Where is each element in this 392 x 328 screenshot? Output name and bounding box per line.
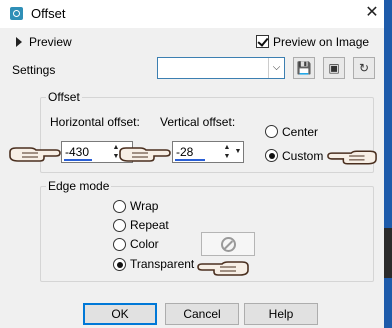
- color-radio[interactable]: [113, 238, 126, 251]
- color-radio-label[interactable]: Color: [130, 237, 159, 251]
- vertical-offset-value[interactable]: -28: [176, 145, 193, 159]
- background-window-strip: [384, 0, 392, 328]
- custom-radio[interactable]: [265, 149, 278, 162]
- center-radio-label[interactable]: Center: [282, 125, 318, 139]
- repeat-radio-label[interactable]: Repeat: [130, 218, 169, 232]
- edge-mode-group-title: Edge mode: [46, 179, 112, 193]
- close-icon[interactable]: ✕: [360, 3, 384, 23]
- vertical-offset-spinner[interactable]: -28 ▲ ▼ ▼: [172, 141, 244, 163]
- center-radio[interactable]: [265, 125, 278, 138]
- caret-underline: [64, 159, 92, 161]
- wrap-radio-label[interactable]: Wrap: [130, 199, 158, 213]
- color-swatch[interactable]: [201, 232, 255, 256]
- caret-underline: [175, 159, 205, 161]
- transparent-radio-label[interactable]: Transparent: [130, 257, 194, 271]
- preview-on-image-label[interactable]: Preview on Image: [273, 35, 369, 49]
- save-preset-icon: 💾: [296, 61, 312, 75]
- horizontal-offset-value[interactable]: -430: [65, 145, 89, 159]
- preview-toggle[interactable]: Preview: [29, 35, 72, 49]
- chevron-down-icon[interactable]: ⌵: [268, 58, 284, 78]
- settings-label: Settings: [12, 63, 56, 77]
- help-button[interactable]: Help: [244, 303, 318, 325]
- custom-radio-label[interactable]: Custom: [282, 149, 323, 163]
- pointing-hand-icon: [196, 258, 250, 278]
- transparent-radio[interactable]: [113, 258, 126, 271]
- ok-button[interactable]: OK: [83, 303, 157, 325]
- offset-app-icon: [10, 7, 23, 20]
- no-color-icon: [221, 237, 236, 252]
- decrement-arrow-icon[interactable]: ▼: [221, 152, 233, 161]
- repeat-radio[interactable]: [113, 219, 126, 232]
- cancel-button[interactable]: Cancel: [165, 303, 239, 325]
- random-button[interactable]: ▣: [323, 57, 345, 79]
- pointing-hand-icon: [8, 144, 62, 164]
- increment-arrow-icon[interactable]: ▲: [221, 143, 233, 152]
- vertical-offset-label: Vertical offset:: [160, 115, 236, 129]
- horizontal-offset-label: Horizontal offset:: [50, 115, 140, 129]
- save-preset-button[interactable]: 💾: [293, 57, 315, 79]
- pointing-hand-icon: [118, 144, 172, 164]
- slider-dropdown-icon[interactable]: ▼: [234, 143, 242, 161]
- expand-arrow-icon[interactable]: [16, 37, 22, 47]
- preset-combo[interactable]: ⌵: [157, 57, 285, 79]
- title-bar: Offset ✕: [0, 0, 392, 28]
- reset-button[interactable]: ↻: [353, 57, 375, 79]
- offset-group-title: Offset: [46, 90, 82, 104]
- reset-icon: ↻: [358, 61, 370, 75]
- wrap-radio[interactable]: [113, 200, 126, 213]
- window-title: Offset: [31, 6, 66, 21]
- preview-on-image-checkbox[interactable]: [256, 35, 269, 48]
- random-icon: ▣: [328, 61, 340, 75]
- pointing-hand-icon: [326, 147, 378, 167]
